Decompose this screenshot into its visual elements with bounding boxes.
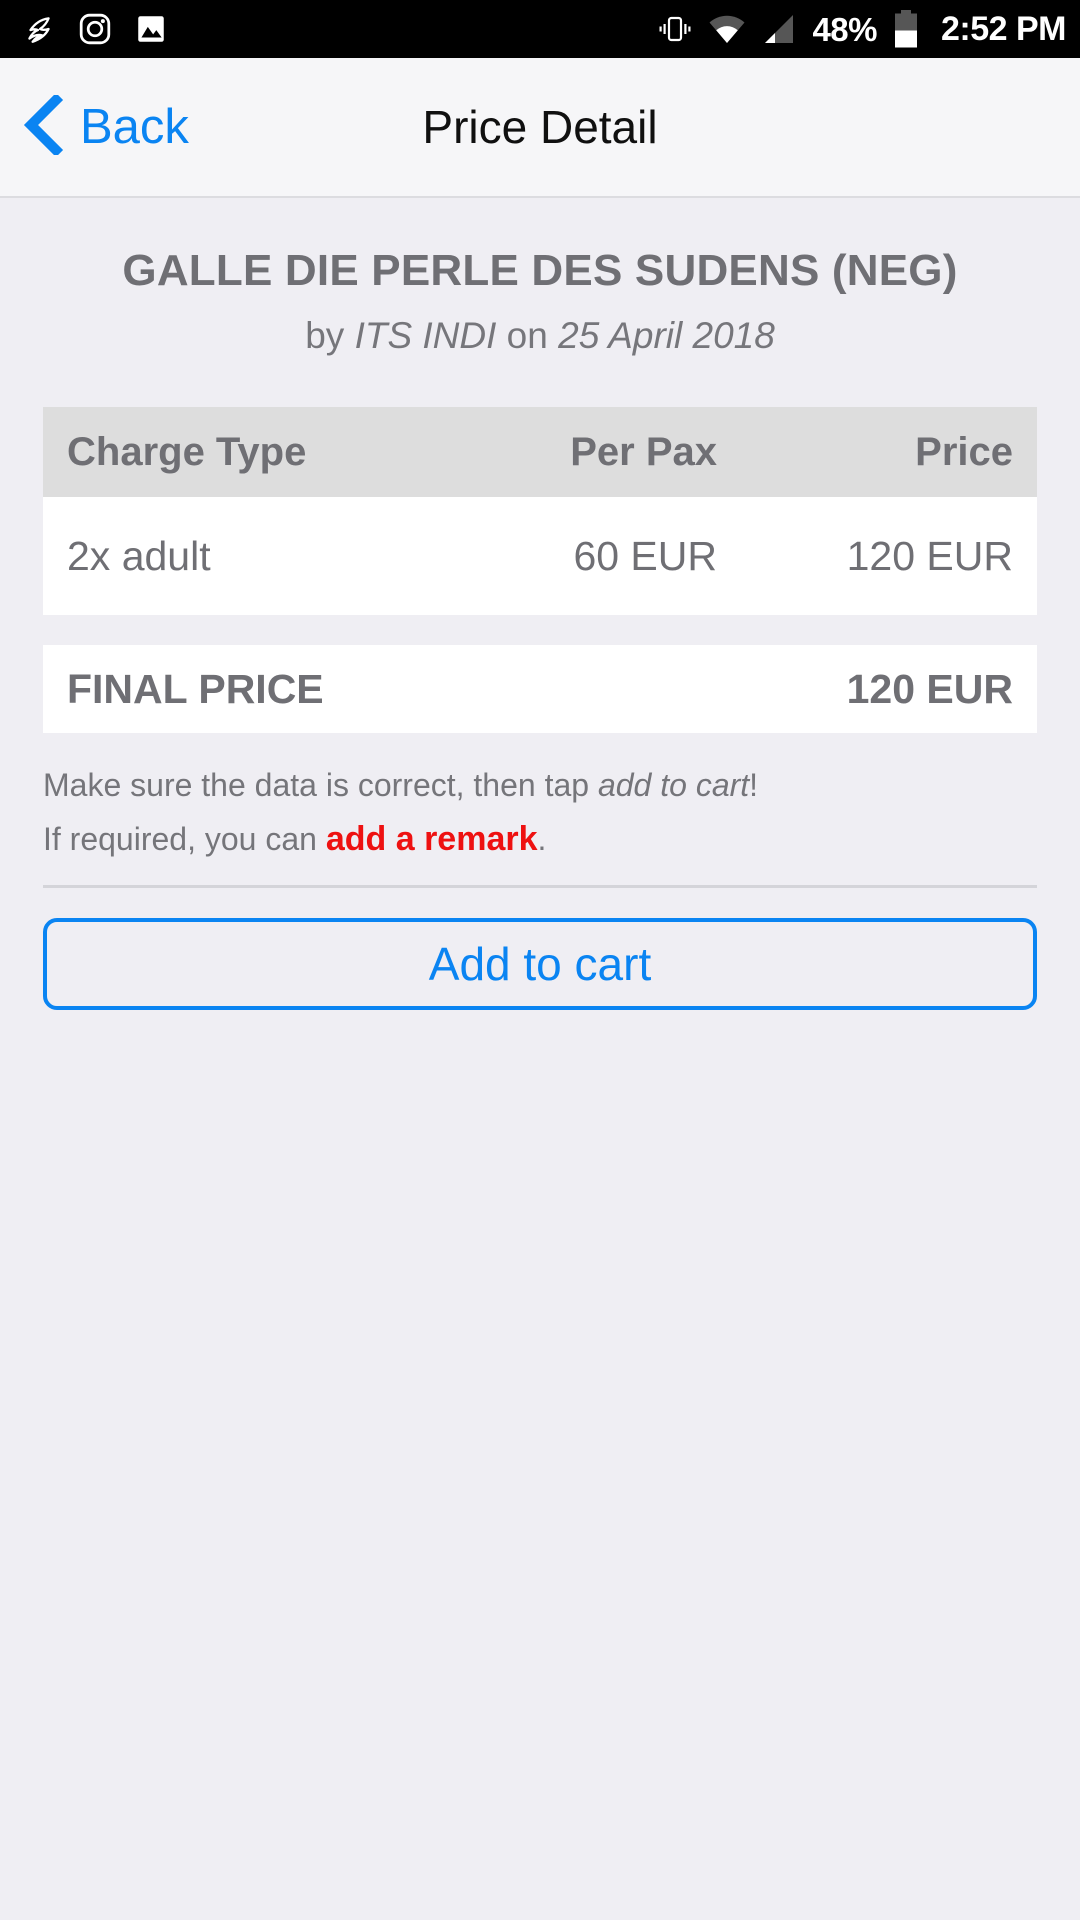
status-bar: 48% 2:52 PM <box>0 0 1080 58</box>
final-price-row: FINAL PRICE 120 EUR <box>43 645 1037 734</box>
battery-icon <box>893 10 919 48</box>
instagram-icon <box>78 12 112 46</box>
chevron-left-icon <box>22 92 66 160</box>
status-bar-notification-icons <box>22 12 168 46</box>
battery-percentage-label: 48% <box>812 10 877 48</box>
vibrate-icon <box>658 12 692 46</box>
back-button[interactable]: Back <box>22 92 189 160</box>
add-a-remark-link[interactable]: add a remark <box>326 820 538 858</box>
hint-remark-prefix: If required, you can <box>43 820 326 857</box>
tour-date: 25 April 2018 <box>558 314 775 356</box>
add-to-cart-button-label: Add to cart <box>428 937 652 990</box>
cell-price: 120 EUR <box>846 532 1013 579</box>
table-row: 2x adult 60 EUR 120 EUR <box>43 497 1037 616</box>
price-table: Charge Type Per Pax Price 2x adult 60 EU… <box>43 407 1037 616</box>
tour-by-prefix: by <box>305 314 355 356</box>
tour-supplier: ITS INDI <box>354 314 497 356</box>
wifi-icon <box>708 13 746 45</box>
cell-charge-type: 2x adult <box>67 532 211 579</box>
final-price-label: FINAL PRICE <box>67 665 324 712</box>
column-header-price: Price <box>915 429 1013 474</box>
navigation-bar: Back Price Detail <box>0 58 1080 198</box>
swallow-bird-icon <box>22 12 56 46</box>
photo-gallery-icon <box>134 12 168 46</box>
hint-confirm-emphasis: add to cart <box>597 767 750 804</box>
status-bar-clock: 2:52 PM <box>941 10 1067 48</box>
cell-per-pax: 60 EUR <box>573 532 717 579</box>
hint-line-remark: If required, you can add a remark. <box>43 817 1037 861</box>
hint-block: Make sure the data is correct, then tap … <box>43 765 1037 861</box>
tour-on-prefix: on <box>496 314 559 356</box>
hint-confirm-prefix: Make sure the data is correct, then tap <box>43 767 598 804</box>
hint-line-confirm: Make sure the data is correct, then tap … <box>43 765 1037 807</box>
tour-supplier-and-date: by ITS INDI on 25 April 2018 <box>0 297 1080 358</box>
section-divider <box>43 884 1037 888</box>
cellular-signal-icon <box>762 13 796 45</box>
tour-name: GALLE DIE PERLE DES SUDENS (NEG) <box>122 246 958 295</box>
status-bar-system-icons: 48% 2:52 PM <box>658 10 1067 48</box>
final-price-value: 120 EUR <box>846 665 1013 712</box>
add-to-cart-button[interactable]: Add to cart <box>43 917 1037 1010</box>
hint-confirm-suffix: ! <box>749 767 759 804</box>
hint-remark-suffix: . <box>537 820 547 857</box>
content-area: GALLE DIE PERLE DES SUDENS (NEG) by ITS … <box>0 198 1080 1920</box>
column-header-per-pax: Per Pax <box>570 429 717 474</box>
table-header-row: Charge Type Per Pax Price <box>43 407 1037 498</box>
column-header-charge-type: Charge Type <box>67 429 307 474</box>
back-button-label: Back <box>80 99 189 154</box>
